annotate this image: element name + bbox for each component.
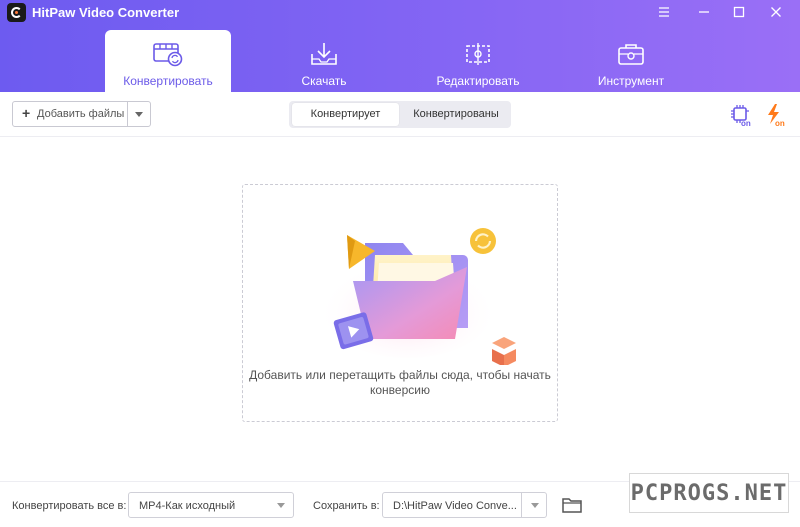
app-title: HitPaw Video Converter: [32, 5, 180, 20]
hw-badge: on: [741, 119, 751, 127]
title-bar: HitPaw Video Converter Конвертировать Ск…: [0, 0, 800, 92]
output-format-value: MP4-Как исходный: [139, 500, 236, 512]
chip-icon: on: [731, 105, 751, 128]
drop-zone[interactable]: Добавить или перетащить файлы сюда, чтоб…: [242, 184, 558, 422]
tab-convert-label: Конвертировать: [123, 74, 213, 88]
tab-converting[interactable]: Конвертирует: [292, 103, 399, 126]
watermark: PCPROGS.NET: [629, 473, 789, 513]
minimize-icon[interactable]: [693, 2, 715, 22]
output-format-select[interactable]: MP4-Как исходный: [128, 492, 294, 518]
tab-edit-label: Редактировать: [436, 74, 520, 88]
folder-illustration: [318, 228, 516, 365]
download-tray-icon: [311, 43, 337, 65]
plus-icon: +: [22, 105, 31, 121]
folder-icon: [562, 498, 582, 513]
add-files-dropdown[interactable]: [129, 102, 150, 126]
lightning-icon: on: [768, 104, 785, 128]
close-icon[interactable]: [765, 2, 787, 22]
hardware-acceleration-toggle[interactable]: on: [729, 103, 755, 128]
save-to-label: Сохранить в:: [313, 500, 380, 512]
chevron-down-icon: [277, 503, 285, 508]
tab-edit[interactable]: Редактировать: [415, 30, 541, 92]
watermark-text: PCPROGS.NET: [630, 481, 788, 506]
tab-download[interactable]: Скачать: [261, 30, 387, 92]
app-logo-icon: [7, 3, 26, 22]
add-files-button-group: + Добавить файлы: [12, 101, 151, 127]
tab-tools-label: Инструмент: [597, 74, 665, 88]
convert-film-icon: [153, 43, 183, 67]
turbo-badge: on: [775, 119, 785, 127]
convert-status-switch: Конвертирует Конвертированы: [289, 101, 511, 128]
chevron-down-icon: [531, 503, 539, 508]
toolbox-icon: [618, 44, 644, 65]
tab-download-label: Скачать: [301, 74, 347, 88]
maximize-icon[interactable]: [728, 2, 750, 22]
convert-all-label: Конвертировать все в:: [12, 500, 127, 512]
menu-icon[interactable]: [653, 2, 675, 22]
toolbar-divider: [0, 136, 800, 137]
chevron-down-icon: [135, 112, 143, 117]
drop-zone-hint: Добавить или перетащить файлы сюда, чтоб…: [249, 368, 551, 397]
edit-crop-icon: [466, 43, 490, 65]
add-files-label: Добавить файлы: [37, 108, 125, 120]
tab-tools[interactable]: Инструмент: [568, 30, 694, 92]
open-folder-button[interactable]: [560, 494, 584, 516]
turbo-mode-toggle[interactable]: on: [764, 103, 790, 128]
save-path-select[interactable]: D:\HitPaw Video Conve...: [382, 492, 547, 518]
add-files-button[interactable]: + Добавить файлы: [13, 102, 128, 126]
tab-convert[interactable]: Конвертировать: [105, 30, 231, 92]
save-path-value: D:\HitPaw Video Conve...: [393, 500, 517, 512]
tab-converted[interactable]: Конвертированы: [403, 103, 509, 126]
